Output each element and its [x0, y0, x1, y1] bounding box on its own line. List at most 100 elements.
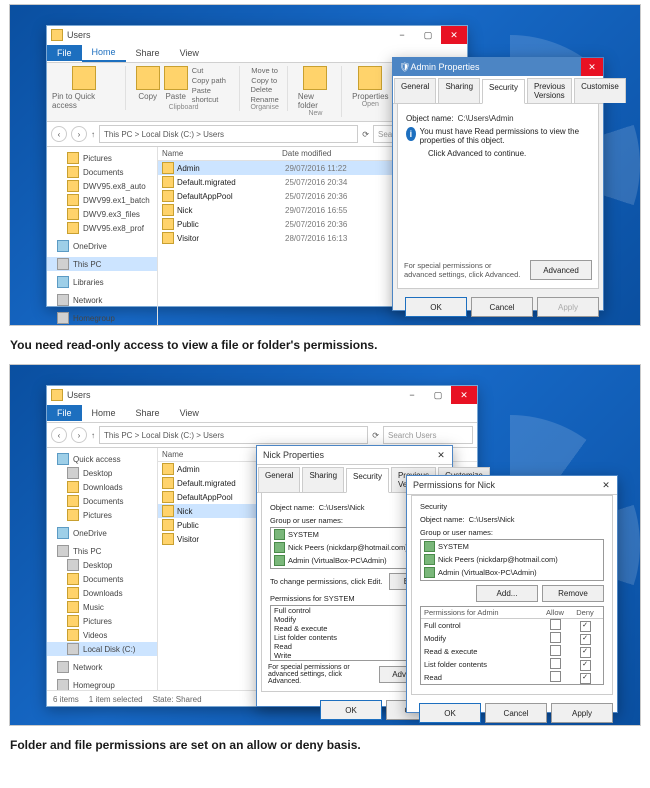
nav-homegroup[interactable]: Homegroup [47, 311, 157, 325]
back-button[interactable]: ‹ [51, 427, 67, 443]
allow-checkbox[interactable] [550, 658, 561, 669]
dialog-titlebar[interactable]: 🛡 Admin Properties ✕ [393, 58, 603, 76]
ok-button[interactable]: OK [405, 297, 467, 317]
properties-button[interactable]: Properties [352, 92, 388, 101]
groups-listbox[interactable]: SYSTEMNick Peers (nickdarp@hotmail.com)A… [420, 539, 604, 581]
paste-icon[interactable] [164, 66, 188, 90]
allow-checkbox[interactable] [550, 645, 561, 656]
nav-desktop2[interactable]: Desktop [47, 558, 157, 572]
nav-downloads[interactable]: Downloads [47, 480, 157, 494]
nav-libraries[interactable]: Libraries [47, 275, 157, 289]
nav-this-pc[interactable]: This PC [47, 257, 157, 271]
copy-to-button[interactable]: Copy to [251, 76, 278, 85]
titlebar[interactable]: Users − ▢ ✕ [47, 26, 467, 44]
remove-button[interactable]: Remove [542, 585, 604, 602]
nav-music[interactable]: Music [47, 600, 157, 614]
nav-videos[interactable]: Videos [47, 628, 157, 642]
dialog-tab[interactable]: Security [482, 79, 525, 104]
advanced-button[interactable]: Advanced [530, 260, 592, 280]
breadcrumb-path[interactable]: This PC > Local Disk (C:) > Users [99, 426, 368, 444]
breadcrumb-path[interactable]: This PC > Local Disk (C:) > Users [99, 125, 358, 143]
dialog-tab[interactable]: Sharing [302, 467, 344, 492]
dialog-titlebar[interactable]: Nick Properties ✕ [257, 446, 452, 465]
deny-checkbox[interactable]: ✓ [580, 660, 591, 671]
group-item[interactable]: Nick Peers (nickdarp@hotmail.com) [421, 553, 603, 566]
paste-button[interactable]: Paste [165, 92, 185, 101]
close-button[interactable]: ✕ [595, 476, 617, 494]
apply-button[interactable]: Apply [551, 703, 613, 723]
dialog-tab[interactable]: Previous Versions [527, 78, 572, 103]
ok-button[interactable]: OK [419, 703, 481, 723]
apply-button[interactable]: Apply [537, 297, 599, 317]
tab-home[interactable]: Home [82, 405, 126, 421]
group-item[interactable]: SYSTEM [421, 540, 603, 553]
deny-checkbox[interactable]: ✓ [580, 647, 591, 658]
nav-documents[interactable]: Documents [47, 165, 157, 179]
dialog-titlebar[interactable]: Permissions for Nick ✕ [407, 476, 617, 495]
copy-button[interactable]: Copy [138, 92, 157, 101]
dialog-tab[interactable]: General [258, 467, 300, 492]
nav-pictures[interactable]: Pictures [47, 151, 157, 165]
nav-local-disk[interactable]: Local Disk (C:) [47, 642, 157, 656]
nav-documents2[interactable]: Documents [47, 572, 157, 586]
nav-downloads2[interactable]: Downloads [47, 586, 157, 600]
tab-home[interactable]: Home [82, 44, 126, 62]
add-button[interactable]: Add... [476, 585, 538, 602]
refresh-icon[interactable]: ⟳ [362, 130, 369, 139]
close-button[interactable]: ✕ [581, 58, 603, 76]
dialog-tab[interactable]: Customise [574, 78, 626, 103]
close-button[interactable]: ✕ [441, 26, 467, 44]
nav-item[interactable]: DWV95.ex8_auto [47, 179, 157, 193]
pin-button[interactable]: Pin to Quick access [52, 92, 117, 110]
group-item[interactable]: Admin (VirtualBox-PC\Admin) [421, 566, 603, 579]
paste-shortcut-button[interactable]: Paste shortcut [192, 86, 232, 104]
up-icon[interactable]: ↑ [91, 130, 95, 139]
copy-icon[interactable] [136, 66, 160, 90]
ok-button[interactable]: OK [320, 700, 382, 720]
tab-share[interactable]: Share [126, 405, 170, 421]
nav-homegroup[interactable]: Homegroup [47, 678, 157, 690]
nav-network[interactable]: Network [47, 660, 157, 674]
new-folder-icon[interactable] [303, 66, 327, 90]
dialog-tab[interactable]: Security [346, 468, 389, 493]
properties-icon[interactable] [358, 66, 382, 90]
allow-checkbox[interactable] [550, 671, 561, 682]
deny-checkbox[interactable]: ✓ [580, 673, 591, 684]
allow-checkbox[interactable] [550, 632, 561, 643]
tab-share[interactable]: Share [126, 45, 170, 61]
col-date[interactable]: Date modified [282, 149, 372, 158]
allow-checkbox[interactable] [550, 619, 561, 630]
nav-documents[interactable]: Documents [47, 494, 157, 508]
close-button[interactable]: ✕ [451, 386, 477, 404]
nav-this-pc[interactable]: This PC [47, 544, 157, 558]
nav-network[interactable]: Network [47, 293, 157, 307]
nav-pictures[interactable]: Pictures [47, 508, 157, 522]
tab-file[interactable]: File [47, 405, 82, 421]
nav-desktop[interactable]: Desktop [47, 466, 157, 480]
copy-path-button[interactable]: Copy path [192, 76, 232, 85]
tab-view[interactable]: View [170, 45, 209, 61]
nav-item[interactable]: DWV95.ex8_prof [47, 221, 157, 235]
up-icon[interactable]: ↑ [91, 431, 95, 440]
dialog-tab[interactable]: General [394, 78, 436, 103]
forward-button[interactable]: › [71, 126, 87, 142]
nav-pictures2[interactable]: Pictures [47, 614, 157, 628]
maximize-button[interactable]: ▢ [415, 26, 441, 44]
cancel-button[interactable]: Cancel [485, 703, 547, 723]
forward-button[interactable]: › [71, 427, 87, 443]
search-input[interactable]: Search Users [383, 426, 473, 444]
new-folder-button[interactable]: New folder [298, 92, 333, 110]
deny-checkbox[interactable]: ✓ [580, 634, 591, 645]
titlebar[interactable]: Users − ▢ ✕ [47, 386, 477, 404]
nav-onedrive[interactable]: OneDrive [47, 526, 157, 540]
rename-button[interactable]: Rename [250, 95, 278, 104]
refresh-icon[interactable]: ⟳ [372, 431, 379, 440]
col-name[interactable]: Name [162, 149, 282, 158]
deny-checkbox[interactable]: ✓ [580, 621, 591, 632]
nav-quick-access[interactable]: Quick access [47, 452, 157, 466]
move-to-button[interactable]: Move to [251, 66, 278, 75]
back-button[interactable]: ‹ [51, 126, 67, 142]
nav-item[interactable]: DWV99.ex1_batch [47, 193, 157, 207]
tab-file[interactable]: File [47, 45, 82, 61]
close-button[interactable]: ✕ [430, 446, 452, 464]
